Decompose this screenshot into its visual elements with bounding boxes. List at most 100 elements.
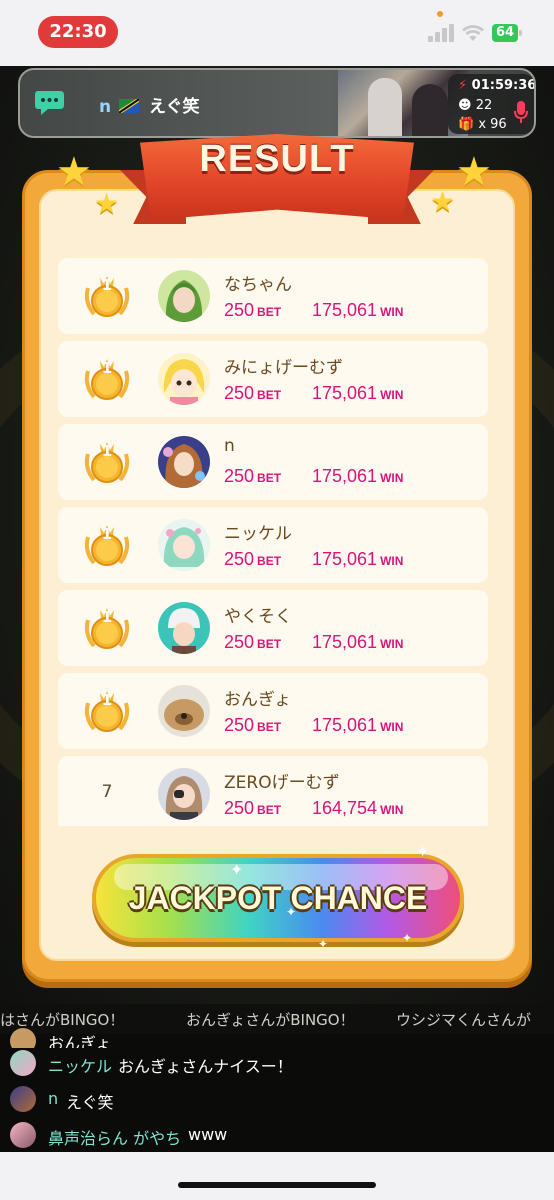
win-unit: WIN xyxy=(380,305,404,319)
chat-avatar[interactable] xyxy=(10,1086,36,1112)
chat-feed[interactable]: おんぎょ ニッケル おんぎょさんナイスー！ n えぐ笑 鼻声治らん がやち ww… xyxy=(0,1028,554,1152)
sparkle-icon: ✦ xyxy=(318,937,329,951)
chat-text: www xyxy=(188,1125,228,1144)
app-screen: 22:30 64 n えぐ笑 ⚡ 01:59:36 ☻ 22 🎁 x 96 RE… xyxy=(0,0,554,1200)
host-figure-dark xyxy=(412,84,448,136)
avatar[interactable] xyxy=(158,519,210,571)
bet-amount: 250 BET xyxy=(224,466,281,487)
home-area xyxy=(0,1152,554,1200)
chat-user: n xyxy=(48,1089,59,1108)
host-figure-light xyxy=(368,78,402,136)
bet-value: 250 xyxy=(224,300,255,320)
sparkle-icon: ✦ xyxy=(402,931,413,945)
win-unit: WIN xyxy=(380,388,404,402)
stream-elapsed: ⚡ 01:59:36 xyxy=(458,78,534,93)
rank-number: 1 xyxy=(101,442,113,460)
rank-number: 7 xyxy=(101,782,113,802)
bet-unit: BET xyxy=(257,720,282,734)
avatar[interactable] xyxy=(158,436,210,488)
flag-icon xyxy=(119,99,140,113)
win-amount: 175,061 WIN xyxy=(312,632,403,653)
host-name-prefix: n xyxy=(99,97,112,117)
viewer-icon: ☻ xyxy=(458,98,472,113)
rank-number: 1 xyxy=(101,691,113,709)
sparkle-icon: ✦ xyxy=(230,860,244,879)
player-name: n xyxy=(224,436,235,456)
bet-amount: 250 BET xyxy=(224,549,281,570)
wifi-icon xyxy=(462,25,484,41)
win-unit: WIN xyxy=(380,720,404,734)
sparkle-icon: ✦ xyxy=(286,905,297,919)
gift-icon: 🎁 xyxy=(458,117,475,132)
chat-text: えぐ笑 xyxy=(66,1093,114,1112)
chat-user: おんぎょ xyxy=(48,1034,112,1048)
player-name: ニッケル xyxy=(224,524,292,544)
bolt-icon: ⚡ xyxy=(458,78,468,93)
star-icon: ★ xyxy=(430,185,456,218)
mic-icon[interactable] xyxy=(514,100,528,124)
ranking-row[interactable]: 1 みにょげーむず 250 BET 175,061 WIN xyxy=(58,341,488,417)
avatar[interactable] xyxy=(158,353,210,405)
star-icon: ★ xyxy=(456,149,492,195)
chat-avatar[interactable] xyxy=(10,1028,36,1048)
rank-number: 1 xyxy=(101,276,113,294)
home-indicator[interactable] xyxy=(178,1182,376,1188)
avatar[interactable] xyxy=(158,602,210,654)
win-value: 175,061 xyxy=(312,383,378,403)
battery-icon: 64 xyxy=(492,24,518,42)
ranking-row[interactable]: 1 やくそく 250 BET 175,061 WIN xyxy=(58,590,488,666)
sparkle-icon: ✦ xyxy=(416,842,430,861)
bet-amount: 250 BET xyxy=(224,715,281,736)
ranking-row[interactable]: 1 おんぎょ 250 BET 175,061 WIN xyxy=(58,673,488,749)
status-time: 22:30 xyxy=(38,16,118,48)
player-name: おんぎょ xyxy=(224,690,292,710)
ranking-row[interactable]: 1 n 250 BET 175,061 WIN xyxy=(58,424,488,500)
ranking-row[interactable]: 1 なちゃん 250 BET 175,061 WIN xyxy=(58,258,488,334)
win-value: 175,061 xyxy=(312,632,378,652)
bet-unit: BET xyxy=(257,637,282,651)
win-value: 175,061 xyxy=(312,466,378,486)
win-amount: 175,061 WIN xyxy=(312,466,403,487)
win-unit: WIN xyxy=(380,471,404,485)
host-name-text: えぐ笑 xyxy=(148,97,200,117)
host-name[interactable]: n えぐ笑 xyxy=(99,92,199,117)
rank-number: 1 xyxy=(101,359,113,377)
stream-header[interactable]: n えぐ笑 ⚡ 01:59:36 ☻ 22 🎁 x 96 xyxy=(18,68,536,138)
win-value: 164,754 xyxy=(312,798,378,818)
avatar[interactable] xyxy=(158,685,210,737)
viewer-value: 22 xyxy=(475,98,493,113)
gift-count[interactable]: 🎁 x 96 xyxy=(458,117,507,132)
chat-avatar[interactable] xyxy=(10,1050,36,1076)
win-amount: 175,061 WIN xyxy=(312,383,403,404)
star-icon: ★ xyxy=(94,187,120,220)
bet-value: 250 xyxy=(224,466,255,486)
chat-avatar[interactable] xyxy=(10,1122,36,1148)
bet-amount: 250 BET xyxy=(224,383,281,404)
win-value: 175,061 xyxy=(312,549,378,569)
star-icon: ★ xyxy=(56,149,92,195)
avatar[interactable] xyxy=(158,768,210,820)
bet-amount: 250 BET xyxy=(224,798,281,819)
ranking-list[interactable]: 1 なちゃん 250 BET 175,061 WIN 1 みにょげーむず 250… xyxy=(58,258,488,826)
chat-text: おんぎょさんナイスー！ xyxy=(118,1057,293,1076)
bet-value: 250 xyxy=(224,632,255,652)
ticker-item: ウシジマくんさんが xyxy=(396,1011,532,1029)
privacy-indicator-dot xyxy=(437,11,443,17)
result-title: RESULT xyxy=(199,138,355,180)
ranking-row[interactable]: 7 ZEROげーむず 250 BET 164,754 WIN xyxy=(58,756,488,826)
win-unit: WIN xyxy=(380,803,404,817)
viewer-count[interactable]: ☻ 22 xyxy=(458,98,492,113)
jackpot-chance-button[interactable]: JACKPOT CHANCE xyxy=(92,854,464,942)
bet-value: 250 xyxy=(224,715,255,735)
player-name: ZEROげーむず xyxy=(224,773,340,793)
avatar[interactable] xyxy=(158,270,210,322)
battery-tip xyxy=(519,30,522,36)
chat-user: 鼻声治らん がやち xyxy=(48,1129,182,1148)
player-name: みにょげーむず xyxy=(224,358,343,378)
chat-bubble-icon[interactable] xyxy=(34,88,68,118)
win-amount: 164,754 WIN xyxy=(312,798,403,819)
status-bar: 22:30 64 xyxy=(0,0,554,66)
ranking-row[interactable]: 1 ニッケル 250 BET 175,061 WIN xyxy=(58,507,488,583)
win-unit: WIN xyxy=(380,554,404,568)
win-amount: 175,061 WIN xyxy=(312,715,403,736)
